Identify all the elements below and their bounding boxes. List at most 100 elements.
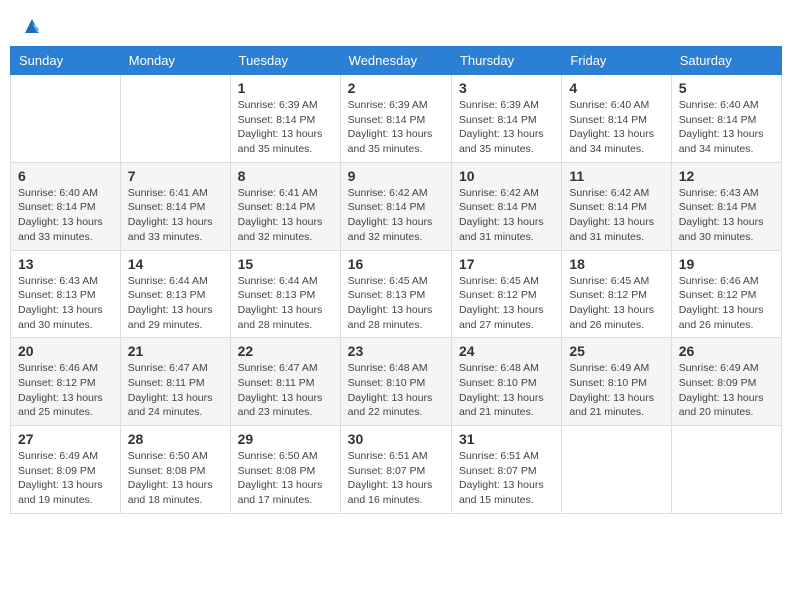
- day-info: Sunrise: 6:50 AM Sunset: 8:08 PM Dayligh…: [238, 449, 333, 508]
- calendar-cell: [562, 426, 671, 514]
- day-number: 17: [459, 256, 554, 272]
- day-info: Sunrise: 6:48 AM Sunset: 8:10 PM Dayligh…: [348, 361, 444, 420]
- logo-icon: [21, 15, 43, 37]
- calendar-cell: 15 Sunrise: 6:44 AM Sunset: 8:13 PM Dayli…: [230, 250, 340, 338]
- day-number: 6: [18, 168, 113, 184]
- day-info: Sunrise: 6:41 AM Sunset: 8:14 PM Dayligh…: [238, 186, 333, 245]
- day-header-sunday: Sunday: [11, 47, 121, 75]
- day-number: 2: [348, 80, 444, 96]
- day-info: Sunrise: 6:51 AM Sunset: 8:07 PM Dayligh…: [348, 449, 444, 508]
- day-number: 8: [238, 168, 333, 184]
- day-info: Sunrise: 6:46 AM Sunset: 8:12 PM Dayligh…: [18, 361, 113, 420]
- week-row-2: 6 Sunrise: 6:40 AM Sunset: 8:14 PM Daylig…: [11, 162, 782, 250]
- calendar-cell: 1Sunrise: 6:39 AM Sunset: 8:14 PM Daylig…: [230, 75, 340, 163]
- day-header-friday: Friday: [562, 47, 671, 75]
- day-number: 26: [679, 343, 774, 359]
- calendar-cell: 25 Sunrise: 6:49 AM Sunset: 8:10 PM Dayli…: [562, 338, 671, 426]
- day-number: 29: [238, 431, 333, 447]
- day-number: 15: [238, 256, 333, 272]
- day-number: 20: [18, 343, 113, 359]
- day-header-wednesday: Wednesday: [340, 47, 451, 75]
- day-info: Sunrise: 6:42 AM Sunset: 8:14 PM Dayligh…: [348, 186, 444, 245]
- day-info: Sunrise: 6:45 AM Sunset: 8:13 PM Dayligh…: [348, 274, 444, 333]
- day-header-monday: Monday: [120, 47, 230, 75]
- day-header-tuesday: Tuesday: [230, 47, 340, 75]
- calendar-cell: 2 Sunrise: 6:39 AM Sunset: 8:14 PM Daylig…: [340, 75, 451, 163]
- day-number: 27: [18, 431, 113, 447]
- day-number: 13: [18, 256, 113, 272]
- day-header-thursday: Thursday: [451, 47, 561, 75]
- calendar-table: SundayMondayTuesdayWednesdayThursdayFrid…: [10, 46, 782, 514]
- week-row-1: 1Sunrise: 6:39 AM Sunset: 8:14 PM Daylig…: [11, 75, 782, 163]
- day-info: Sunrise: 6:49 AM Sunset: 8:10 PM Dayligh…: [569, 361, 663, 420]
- calendar-cell: 7 Sunrise: 6:41 AM Sunset: 8:14 PM Daylig…: [120, 162, 230, 250]
- day-number: 18: [569, 256, 663, 272]
- calendar-cell: 18Sunrise: 6:45 AM Sunset: 8:12 PM Dayli…: [562, 250, 671, 338]
- calendar-cell: 12Sunrise: 6:43 AM Sunset: 8:14 PM Dayli…: [671, 162, 781, 250]
- day-info: Sunrise: 6:41 AM Sunset: 8:14 PM Dayligh…: [128, 186, 223, 245]
- calendar-cell: 4 Sunrise: 6:40 AM Sunset: 8:14 PM Daylig…: [562, 75, 671, 163]
- calendar-cell: 30Sunrise: 6:51 AM Sunset: 8:07 PM Dayli…: [340, 426, 451, 514]
- day-number: 19: [679, 256, 774, 272]
- day-number: 22: [238, 343, 333, 359]
- calendar-cell: 14Sunrise: 6:44 AM Sunset: 8:13 PM Dayli…: [120, 250, 230, 338]
- calendar-cell: 23 Sunrise: 6:48 AM Sunset: 8:10 PM Dayli…: [340, 338, 451, 426]
- calendar-cell: [11, 75, 121, 163]
- calendar-cell: [120, 75, 230, 163]
- day-number: 11: [569, 168, 663, 184]
- calendar-cell: 27 Sunrise: 6:49 AM Sunset: 8:09 PM Dayli…: [11, 426, 121, 514]
- day-info: Sunrise: 6:49 AM Sunset: 8:09 PM Dayligh…: [18, 449, 113, 508]
- week-row-3: 13 Sunrise: 6:43 AM Sunset: 8:13 PM Dayli…: [11, 250, 782, 338]
- day-number: 16: [348, 256, 444, 272]
- day-number: 23: [348, 343, 444, 359]
- day-info: Sunrise: 6:43 AM Sunset: 8:13 PM Dayligh…: [18, 274, 113, 333]
- calendar-cell: [671, 426, 781, 514]
- day-number: 5: [679, 80, 774, 96]
- week-row-5: 27 Sunrise: 6:49 AM Sunset: 8:09 PM Dayli…: [11, 426, 782, 514]
- day-info: Sunrise: 6:39 AM Sunset: 8:14 PM Dayligh…: [348, 98, 444, 157]
- logo: [20, 15, 43, 33]
- day-number: 24: [459, 343, 554, 359]
- day-number: 25: [569, 343, 663, 359]
- calendar-cell: 3 Sunrise: 6:39 AM Sunset: 8:14 PM Daylig…: [451, 75, 561, 163]
- calendar-cell: 22 Sunrise: 6:47 AM Sunset: 8:11 PM Dayli…: [230, 338, 340, 426]
- calendar-cell: 26 Sunrise: 6:49 AM Sunset: 8:09 PM Dayli…: [671, 338, 781, 426]
- day-info: Sunrise: 6:44 AM Sunset: 8:13 PM Dayligh…: [238, 274, 333, 333]
- day-info: Sunrise: 6:47 AM Sunset: 8:11 PM Dayligh…: [128, 361, 223, 420]
- calendar-cell: 21 Sunrise: 6:47 AM Sunset: 8:11 PM Dayli…: [120, 338, 230, 426]
- day-info: Sunrise: 6:50 AM Sunset: 8:08 PM Dayligh…: [128, 449, 223, 508]
- page-header: [10, 10, 782, 38]
- day-number: 31: [459, 431, 554, 447]
- day-info: Sunrise: 6:39 AM Sunset: 8:14 PM Dayligh…: [238, 98, 333, 157]
- day-info: Sunrise: 6:42 AM Sunset: 8:14 PM Dayligh…: [569, 186, 663, 245]
- day-number: 14: [128, 256, 223, 272]
- calendar-cell: 13 Sunrise: 6:43 AM Sunset: 8:13 PM Dayli…: [11, 250, 121, 338]
- day-info: Sunrise: 6:42 AM Sunset: 8:14 PM Dayligh…: [459, 186, 554, 245]
- calendar-cell: 20 Sunrise: 6:46 AM Sunset: 8:12 PM Dayli…: [11, 338, 121, 426]
- calendar-cell: 17 Sunrise: 6:45 AM Sunset: 8:12 PM Dayli…: [451, 250, 561, 338]
- calendar-cell: 24Sunrise: 6:48 AM Sunset: 8:10 PM Dayli…: [451, 338, 561, 426]
- week-row-4: 20 Sunrise: 6:46 AM Sunset: 8:12 PM Dayli…: [11, 338, 782, 426]
- calendar-cell: 10Sunrise: 6:42 AM Sunset: 8:14 PM Dayli…: [451, 162, 561, 250]
- calendar-header-row: SundayMondayTuesdayWednesdayThursdayFrid…: [11, 47, 782, 75]
- day-info: Sunrise: 6:40 AM Sunset: 8:14 PM Dayligh…: [18, 186, 113, 245]
- day-info: Sunrise: 6:49 AM Sunset: 8:09 PM Dayligh…: [679, 361, 774, 420]
- day-number: 9: [348, 168, 444, 184]
- day-info: Sunrise: 6:39 AM Sunset: 8:14 PM Dayligh…: [459, 98, 554, 157]
- day-number: 7: [128, 168, 223, 184]
- day-number: 4: [569, 80, 663, 96]
- day-number: 3: [459, 80, 554, 96]
- day-info: Sunrise: 6:45 AM Sunset: 8:12 PM Dayligh…: [459, 274, 554, 333]
- day-info: Sunrise: 6:40 AM Sunset: 8:14 PM Dayligh…: [569, 98, 663, 157]
- calendar-cell: 28Sunrise: 6:50 AM Sunset: 8:08 PM Dayli…: [120, 426, 230, 514]
- calendar-cell: 8 Sunrise: 6:41 AM Sunset: 8:14 PM Daylig…: [230, 162, 340, 250]
- calendar-cell: 29 Sunrise: 6:50 AM Sunset: 8:08 PM Dayli…: [230, 426, 340, 514]
- day-number: 21: [128, 343, 223, 359]
- calendar-cell: 16 Sunrise: 6:45 AM Sunset: 8:13 PM Dayli…: [340, 250, 451, 338]
- calendar-cell: 6 Sunrise: 6:40 AM Sunset: 8:14 PM Daylig…: [11, 162, 121, 250]
- day-info: Sunrise: 6:47 AM Sunset: 8:11 PM Dayligh…: [238, 361, 333, 420]
- calendar-cell: 9 Sunrise: 6:42 AM Sunset: 8:14 PM Daylig…: [340, 162, 451, 250]
- calendar-cell: 19Sunrise: 6:46 AM Sunset: 8:12 PM Dayli…: [671, 250, 781, 338]
- day-info: Sunrise: 6:40 AM Sunset: 8:14 PM Dayligh…: [679, 98, 774, 157]
- calendar-cell: 11 Sunrise: 6:42 AM Sunset: 8:14 PM Dayli…: [562, 162, 671, 250]
